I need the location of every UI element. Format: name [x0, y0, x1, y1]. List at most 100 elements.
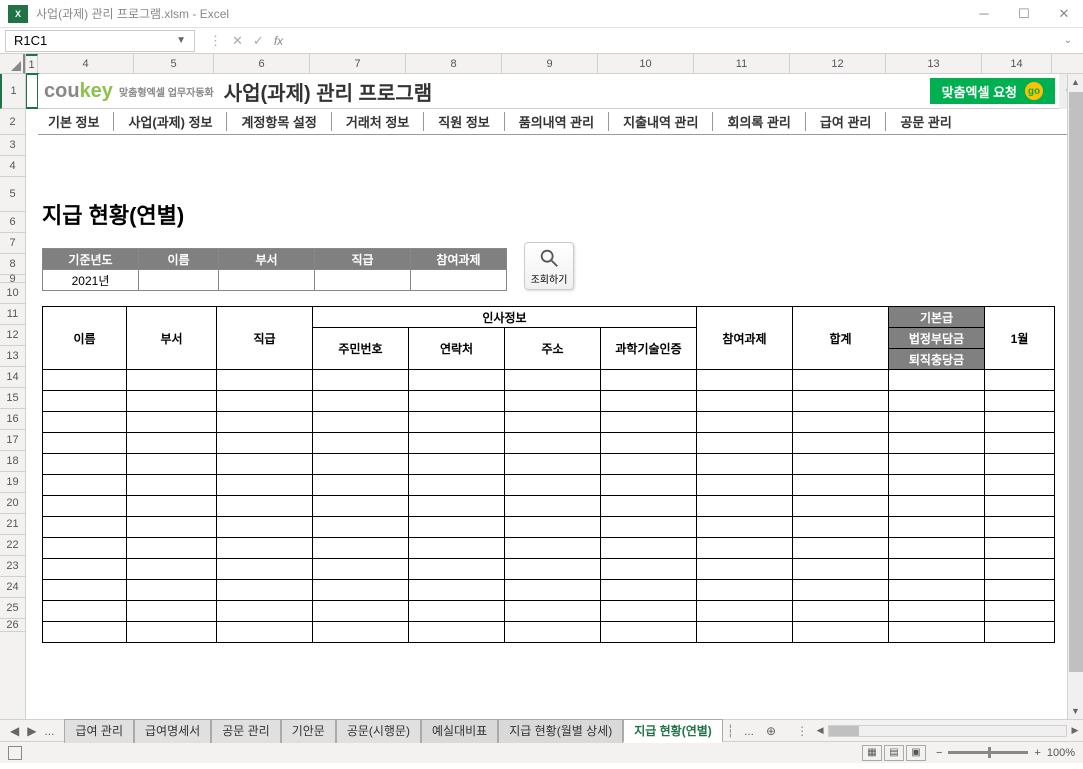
row-header[interactable]: 3 [0, 135, 25, 156]
table-cell[interactable] [127, 475, 217, 496]
table-cell[interactable] [601, 454, 697, 475]
table-cell[interactable] [313, 370, 409, 391]
table-cell[interactable] [985, 517, 1055, 538]
row-header[interactable]: 17 [0, 430, 25, 451]
table-cell[interactable] [409, 559, 505, 580]
filter-cell[interactable] [315, 270, 411, 291]
column-header[interactable]: 4 [38, 54, 134, 73]
table-cell[interactable] [43, 433, 127, 454]
table-cell[interactable] [43, 559, 127, 580]
table-cell[interactable] [409, 370, 505, 391]
table-cell[interactable] [409, 601, 505, 622]
row-header[interactable]: 20 [0, 493, 25, 514]
table-cell[interactable] [697, 517, 793, 538]
table-cell[interactable] [985, 370, 1055, 391]
zoom-out-button[interactable]: − [936, 747, 942, 759]
search-button[interactable]: 조회하기 [524, 242, 574, 290]
table-cell[interactable] [985, 454, 1055, 475]
table-cell[interactable] [217, 433, 313, 454]
table-cell[interactable] [127, 538, 217, 559]
maximize-button[interactable]: ☐ [1013, 6, 1035, 22]
table-cell[interactable] [505, 559, 601, 580]
table-cell[interactable] [793, 454, 889, 475]
row-header[interactable]: 2 [0, 109, 25, 135]
column-header[interactable]: 13 [886, 54, 982, 73]
table-cell[interactable] [409, 391, 505, 412]
table-cell[interactable] [217, 454, 313, 475]
row-header[interactable]: 24 [0, 577, 25, 598]
table-cell[interactable] [793, 433, 889, 454]
table-cell[interactable] [697, 559, 793, 580]
table-cell[interactable] [313, 391, 409, 412]
row-header[interactable]: 14 [0, 367, 25, 388]
expand-formula-icon[interactable]: ⌄ [1058, 35, 1078, 46]
table-cell[interactable] [889, 475, 985, 496]
table-cell[interactable] [601, 538, 697, 559]
row-header[interactable]: 4 [0, 156, 25, 177]
table-cell[interactable] [505, 370, 601, 391]
table-cell[interactable] [505, 517, 601, 538]
column-header[interactable]: 6 [214, 54, 310, 73]
table-cell[interactable] [127, 496, 217, 517]
table-cell[interactable] [793, 517, 889, 538]
nav-item[interactable]: 거래처 정보 [331, 112, 423, 131]
column-header[interactable]: 5 [134, 54, 214, 73]
zoom-in-button[interactable]: + [1034, 747, 1040, 759]
column-header[interactable]: 9 [502, 54, 598, 73]
table-cell[interactable] [313, 601, 409, 622]
row-header[interactable]: 16 [0, 409, 25, 430]
nav-item[interactable]: 직원 정보 [423, 112, 503, 131]
name-box[interactable]: R1C1 ▼ [5, 30, 195, 52]
table-cell[interactable] [985, 433, 1055, 454]
table-cell[interactable] [697, 580, 793, 601]
sheet-tab[interactable]: 기안문 [281, 719, 336, 743]
row-header[interactable]: 18 [0, 451, 25, 472]
table-cell[interactable] [127, 370, 217, 391]
nav-item[interactable]: 급여 관리 [805, 112, 885, 131]
table-cell[interactable] [505, 412, 601, 433]
table-cell[interactable] [313, 454, 409, 475]
cancel-icon[interactable]: ✕ [232, 33, 243, 49]
table-cell[interactable] [217, 622, 313, 643]
table-cell[interactable] [127, 391, 217, 412]
table-cell[interactable] [889, 601, 985, 622]
table-cell[interactable] [217, 370, 313, 391]
table-cell[interactable] [889, 454, 985, 475]
table-cell[interactable] [43, 517, 127, 538]
sheet-tab[interactable]: 급여 관리 [64, 719, 134, 743]
view-normal-icon[interactable]: ▦ [862, 745, 882, 761]
row-header[interactable]: 9 [0, 275, 25, 283]
table-cell[interactable] [985, 412, 1055, 433]
table-cell[interactable] [217, 475, 313, 496]
table-cell[interactable] [313, 538, 409, 559]
table-cell[interactable] [505, 475, 601, 496]
table-cell[interactable] [889, 538, 985, 559]
nav-item[interactable]: 공문 관리 [885, 112, 965, 131]
row-header[interactable]: 11 [0, 304, 25, 325]
tab-next-icon[interactable]: ▶ [27, 724, 36, 738]
table-cell[interactable] [43, 580, 127, 601]
table-cell[interactable] [601, 496, 697, 517]
dots-icon[interactable]: ⋮ [209, 33, 222, 49]
table-cell[interactable] [793, 559, 889, 580]
table-cell[interactable] [127, 454, 217, 475]
table-cell[interactable] [313, 496, 409, 517]
table-cell[interactable] [409, 412, 505, 433]
table-cell[interactable] [127, 622, 217, 643]
table-row[interactable] [43, 517, 1055, 538]
close-button[interactable]: ✕ [1053, 6, 1075, 22]
scroll-right-icon[interactable]: ▶ [1067, 725, 1083, 736]
table-cell[interactable] [43, 496, 127, 517]
table-cell[interactable] [409, 517, 505, 538]
table-cell[interactable] [409, 496, 505, 517]
sheet-tab[interactable]: 예실대비표 [421, 719, 498, 743]
nav-item[interactable]: 사업(과제) 정보 [113, 112, 226, 131]
table-cell[interactable] [217, 538, 313, 559]
table-cell[interactable] [889, 517, 985, 538]
column-header[interactable]: 14 [982, 54, 1052, 73]
table-cell[interactable] [985, 622, 1055, 643]
sheet-tab[interactable]: 공문 관리 [211, 719, 281, 743]
table-row[interactable] [43, 580, 1055, 601]
table-cell[interactable] [217, 496, 313, 517]
row-header[interactable]: 23 [0, 556, 25, 577]
